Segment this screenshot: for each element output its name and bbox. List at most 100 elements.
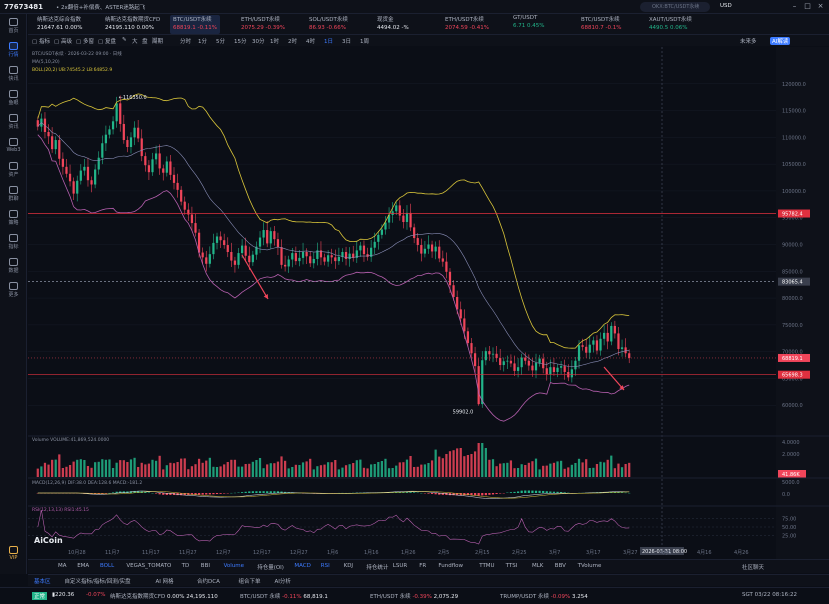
chart-area[interactable]: 120000.0 115000.0 110000.0 105000.0 100000.0… <box>28 47 829 559</box>
indicator-tab[interactable]: 持仓统计 <box>366 563 388 571</box>
candle-body <box>542 358 545 369</box>
sidebar-item-label: 快讯 <box>8 76 19 82</box>
wallet-icon <box>9 162 18 170</box>
interval-3[interactable]: 15分 <box>234 37 247 45</box>
tool-icon[interactable]: 大 <box>132 37 138 45</box>
ticker-item[interactable]: BTC/USDT永续 68819.1 -0.11% <box>170 15 220 34</box>
indicator-tabs: MA EMA BOLL VEGAS_TOMATO TD BBI Volume 持仓量(OI) M… <box>28 559 829 573</box>
sidebar-item-0[interactable]: 首页 <box>0 16 27 38</box>
indicator-tab[interactable]: 持仓量(OI) <box>257 563 284 571</box>
interval-6[interactable]: 2时 <box>288 37 297 45</box>
indicator-tab[interactable]: TTMU <box>479 563 494 569</box>
status-ticker[interactable]: ETH/USDT 永续 -0.39% 2,075.29 <box>370 592 458 600</box>
ticker-item[interactable]: ETH/USDT永续 2075.29 -0.39% <box>238 15 288 34</box>
bottom-tab[interactable]: AI分析 <box>275 577 291 585</box>
ticker-item[interactable]: XAUT/USDT永续 4490.5 0.06% <box>646 15 695 34</box>
candlestick-chart[interactable]: 120000.0 115000.0 110000.0 105000.0 100000.0… <box>28 47 829 559</box>
volume-bar <box>47 464 50 477</box>
ticker-item[interactable]: GT/USDT 6.71 0.45% <box>510 15 547 34</box>
interval-4[interactable]: 30分 <box>252 37 265 45</box>
currency-select[interactable]: USD <box>720 3 732 9</box>
maximize-icon[interactable]: □ <box>803 2 812 11</box>
indicator-tab[interactable]: TD <box>182 563 190 569</box>
macd-hist-bar <box>273 491 276 493</box>
volume-bar <box>592 467 595 477</box>
bottom-tab[interactable]: 基本区 <box>34 577 51 585</box>
sidebar-item-1[interactable]: 行情 <box>0 40 27 62</box>
interval-0[interactable]: 分时 <box>180 37 191 45</box>
volume-bar <box>362 467 366 477</box>
ticker-item[interactable]: BTC/USDT永续 68810.7 -0.1% <box>578 15 624 34</box>
candle-body <box>545 368 548 375</box>
indicator-tab[interactable]: MA <box>58 563 67 569</box>
interval-9[interactable]: 3日 <box>342 37 351 45</box>
sidebar-item-4[interactable]: 资讯 <box>0 112 27 134</box>
indicator-tab[interactable]: Volume <box>224 563 244 569</box>
indicator-tab[interactable]: BOLL <box>100 563 114 569</box>
indicator-tab[interactable]: KDJ <box>344 563 353 569</box>
sidebar-item-8[interactable]: 策略 <box>0 208 27 230</box>
indicators-button[interactable]: ▢ 指标 <box>32 37 50 45</box>
home-icon <box>9 18 18 26</box>
account-id[interactable]: 77673481 <box>4 3 43 11</box>
indicator-tab[interactable]: Fundflow <box>438 563 463 569</box>
bottom-tab[interactable]: 合约DCA <box>197 577 220 585</box>
interval-10[interactable]: 1周 <box>360 37 369 45</box>
interval-2[interactable]: 5分 <box>216 37 225 45</box>
candle-body <box>380 229 383 235</box>
indicator-tab[interactable]: MACD <box>294 563 311 569</box>
candle-body <box>527 360 530 366</box>
bottom-tab[interactable]: 自定义指标/指标/回测/实盘 <box>65 577 131 585</box>
interval-1[interactable]: 1分 <box>198 37 207 45</box>
indicator-tab[interactable]: BBI <box>201 563 210 569</box>
sidebar-item-7[interactable]: 群聊 <box>0 184 27 206</box>
search-input[interactable]: OKX:BTC/USDT永续 <box>640 2 710 12</box>
candle-body <box>287 259 290 267</box>
vip-button[interactable]: VIP <box>0 544 27 566</box>
indicator-tab[interactable]: LSUR <box>393 563 407 569</box>
ticker-name: 现货金 <box>377 17 394 23</box>
indicator-tab[interactable]: BBV <box>555 563 566 569</box>
future-option[interactable]: 未来多 <box>740 37 757 45</box>
indicator-tab[interactable]: MLK <box>532 563 543 569</box>
status-ticker[interactable]: TRUMP/USDT 永续 -0.09% 3.254 <box>500 592 588 600</box>
indicator-tab[interactable]: VEGAS_TOMATO <box>126 563 171 569</box>
interval-8[interactable]: 1日 <box>324 37 333 45</box>
minimize-icon[interactable]: – <box>790 2 799 11</box>
ticker-item[interactable]: 纳斯达克指数期货CFD 24195.110 0.00% <box>102 15 163 34</box>
advanced-button[interactable]: ▢ 高级 <box>54 37 72 45</box>
tool-icon[interactable]: ✎ <box>122 37 127 43</box>
close-icon[interactable]: × <box>816 2 825 11</box>
sidebar-item-9[interactable]: 指标 <box>0 232 27 254</box>
ticker-item[interactable]: 现货金 4494.02 -% <box>374 15 412 34</box>
ai-interpret-button[interactable]: AI解读 <box>770 37 791 45</box>
ticker-item[interactable]: 纳斯达克综合指数 21647.61 0.00% <box>34 15 85 34</box>
sidebar-item-10[interactable]: 数据 <box>0 256 27 278</box>
interval-5[interactable]: 1时 <box>270 37 279 45</box>
indicator-tab[interactable]: RSI <box>321 563 330 569</box>
indicator-tab[interactable]: EMA <box>77 563 89 569</box>
replay-button[interactable]: ▢ 复盘 <box>98 37 116 45</box>
volume-bar <box>323 464 326 477</box>
bottom-tab[interactable]: AI 网格 <box>156 577 174 585</box>
indicator-tab[interactable]: TTSI <box>506 563 518 569</box>
ticker-item[interactable]: SOL/USDT永续 86.93 -0.66% <box>306 15 351 34</box>
bottom-tab[interactable]: 组合下单 <box>239 577 261 585</box>
ticker-item[interactable]: ETH/USDT永续 2074.59 -0.41% <box>442 15 492 34</box>
interval-7[interactable]: 4时 <box>306 37 315 45</box>
community-chat-button[interactable]: 社区聊天 <box>742 563 764 571</box>
sidebar-item-6[interactable]: 资产 <box>0 160 27 182</box>
tool-icon[interactable]: 盘 <box>142 37 148 45</box>
sidebar-item-2[interactable]: 快讯 <box>0 64 27 86</box>
chart-icon <box>9 42 18 50</box>
candle-body <box>513 363 516 371</box>
sidebar-item-3[interactable]: 鱼眼 <box>0 88 27 110</box>
sidebar-item-5[interactable]: Web3 <box>0 136 27 158</box>
status-ticker[interactable]: 纳斯达克指数期货CFD 0.00% 24,195.110 <box>110 592 218 600</box>
indicator-tab[interactable]: TVolume <box>578 563 602 569</box>
notice-text[interactable]: • 2x翻倍+补偿费、ASTER迷路起飞 <box>56 3 145 11</box>
multi-window-button[interactable]: ▢ 多窗 <box>76 37 94 45</box>
indicator-tab[interactable]: FR <box>419 563 426 569</box>
sidebar-item-11[interactable]: 更多 <box>0 280 27 302</box>
status-ticker[interactable]: BTC/USDT 永续 -0.11% 68,819.1 <box>240 592 328 600</box>
